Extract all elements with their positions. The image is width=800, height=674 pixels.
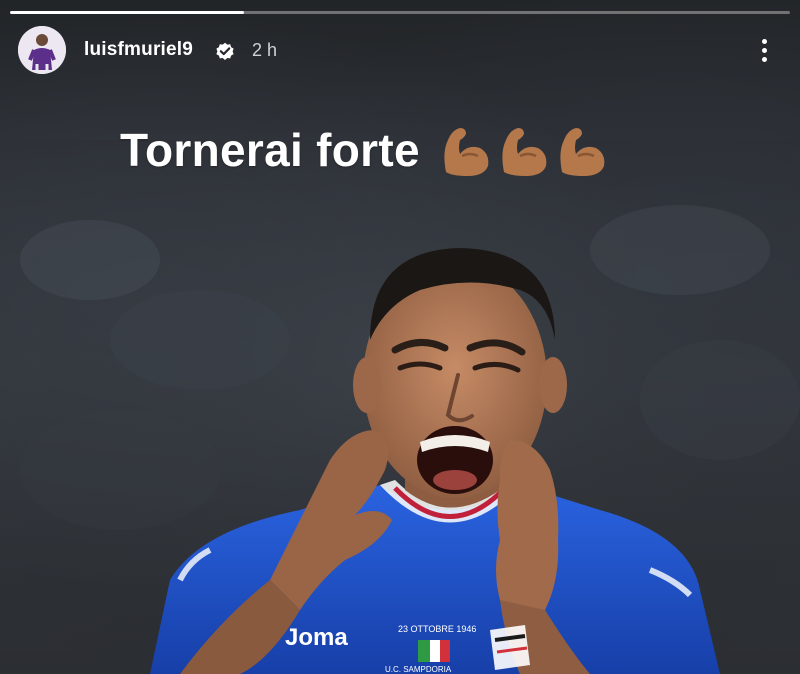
flexed-biceps-icon	[560, 128, 605, 176]
story-photo[interactable]: Joma 23 OTTOBRE 1946 U.C. SAMPDORIA	[0, 140, 800, 674]
avatar-image	[18, 26, 66, 74]
verified-badge-icon	[216, 42, 234, 60]
username[interactable]: luisfmuriel9	[84, 39, 193, 61]
story-header: luisfmuriel9 2 h	[18, 26, 782, 78]
avatar[interactable]	[18, 26, 66, 74]
flexed-biceps-icon	[444, 128, 489, 176]
caption-emoji-row	[438, 122, 612, 178]
story-caption: Tornerai forte	[120, 118, 612, 182]
jersey-patch-club: U.C. SAMPDORIA	[385, 665, 452, 674]
jersey-patch-date: 23 OTTOBRE 1946	[398, 624, 476, 634]
left-ear	[353, 357, 381, 413]
italy-flag-white	[430, 640, 440, 662]
post-time: 2 h	[252, 40, 278, 60]
italy-flag-red	[440, 640, 450, 662]
jersey-brand: Joma	[285, 624, 348, 651]
italy-flag-green	[418, 640, 430, 662]
story-progress-bar	[10, 11, 790, 14]
caption-text: Tornerai forte	[120, 124, 420, 176]
right-ear	[539, 357, 567, 413]
flexed-biceps-icon	[502, 128, 547, 176]
story-progress-fill	[10, 11, 244, 14]
more-options-icon[interactable]	[752, 36, 776, 66]
